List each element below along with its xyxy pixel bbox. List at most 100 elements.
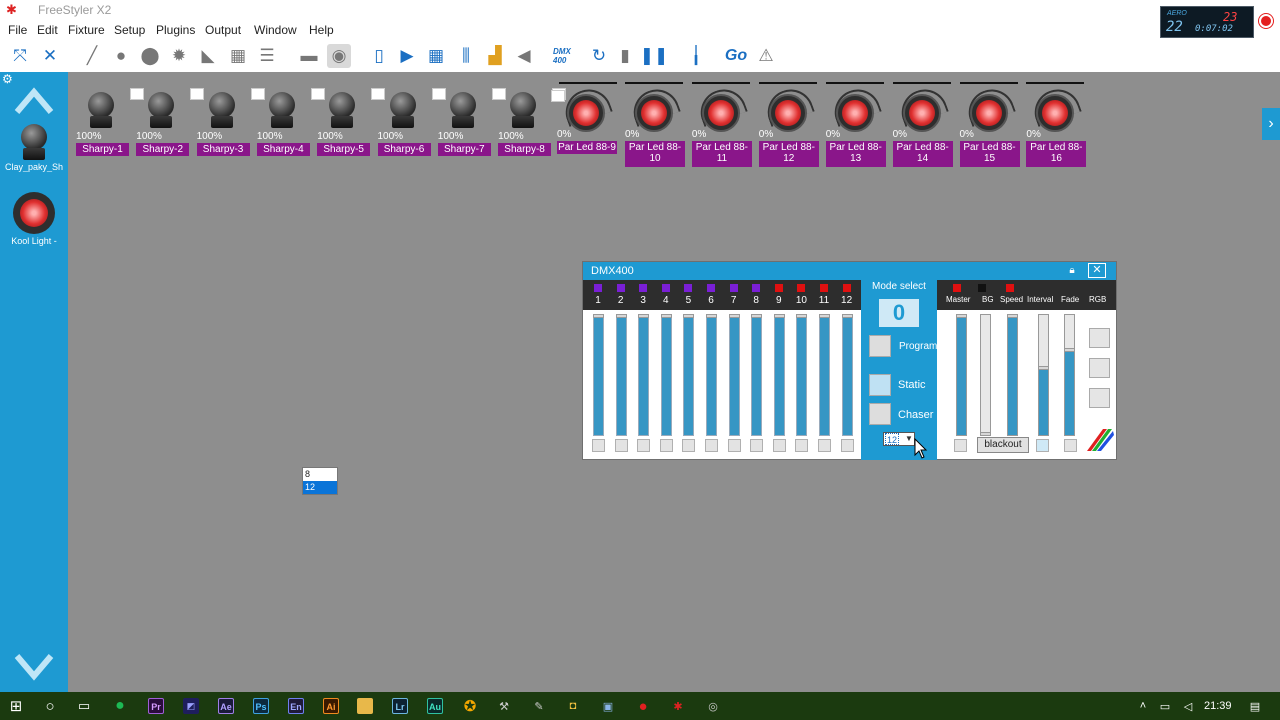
taskbar-clock[interactable]: 21:39 <box>1204 700 1232 712</box>
circle-shape-icon[interactable]: ● <box>109 44 133 68</box>
tray-chevron-up-icon[interactable]: ˄ <box>1133 696 1153 716</box>
fixture-sharpy-3[interactable]: 100% Sharpy-3 <box>196 82 265 172</box>
fader-handle[interactable] <box>1038 366 1049 370</box>
fixture-par-led-15[interactable]: 0% Par Led 88- 15 <box>959 82 1020 172</box>
fixture-par-led-12[interactable]: 0% Par Led 88- 12 <box>758 82 819 172</box>
notification-icon[interactable]: ▤ <box>1245 696 1265 716</box>
fixture-sharpy-1[interactable]: 100% Sharpy-1 <box>76 82 144 172</box>
gobo-icon[interactable]: ⬤ <box>138 44 162 68</box>
fixture-par-led-16[interactable]: 0% Par Led 88- 16 <box>1026 82 1087 172</box>
gear-icon[interactable]: ⚙ <box>2 72 13 86</box>
fader-handle[interactable] <box>1064 348 1075 352</box>
gear-shape-icon[interactable]: ✹ <box>167 44 191 68</box>
master-fader-speed[interactable] <box>1007 314 1018 436</box>
menu-output[interactable]: Output <box>205 23 241 37</box>
fixture-sharpy-8[interactable]: 100% Sharpy-8 <box>498 82 567 172</box>
dmx400-icon[interactable]: DMX 400 <box>553 44 577 68</box>
fader-handle[interactable] <box>660 314 672 318</box>
menu-window[interactable]: Window <box>254 23 297 37</box>
fader-handle[interactable] <box>1007 314 1018 318</box>
menu-help[interactable]: Help <box>309 23 334 37</box>
fixture-par-led-9[interactable]: 0% Par Led 88-9 <box>551 82 617 172</box>
app-orange-icon[interactable]: ✪ <box>460 696 480 716</box>
go-button[interactable]: Go <box>722 44 750 68</box>
equalizer-icon[interactable]: ▟ <box>483 44 507 68</box>
list-icon[interactable]: ☰ <box>255 44 279 68</box>
channel-checkbox[interactable] <box>592 439 605 452</box>
fixture-link-icon[interactable]: ✕ <box>38 44 62 68</box>
menu-setup[interactable]: Setup <box>114 23 145 37</box>
fixture-sharpy-7[interactable]: 100% Sharpy-7 <box>437 82 506 172</box>
audition-icon[interactable]: Au <box>427 698 443 714</box>
channel-fader[interactable] <box>683 314 695 436</box>
network-icon[interactable]: ▭ <box>1155 696 1175 716</box>
channel-fader[interactable] <box>773 314 785 436</box>
fixture-sharpy-4[interactable]: 100% Sharpy-4 <box>256 82 325 172</box>
rgb-swatch-3[interactable] <box>1089 388 1110 408</box>
app-brush-icon[interactable]: ✎ <box>529 696 549 716</box>
menu-fixture[interactable]: Fixture <box>68 23 105 37</box>
encore-icon[interactable]: En <box>288 698 304 714</box>
scroll-up-icon[interactable] <box>14 82 54 118</box>
channel-fader[interactable] <box>728 314 740 436</box>
fader-handle[interactable] <box>796 314 808 318</box>
chaser-button[interactable] <box>869 403 891 425</box>
scroll-down-icon[interactable] <box>14 650 54 686</box>
photoshop-icon[interactable]: Ps <box>253 698 269 714</box>
blackout-button[interactable]: blackout <box>977 437 1029 453</box>
master-fader-interval[interactable] <box>1038 314 1049 436</box>
menu-file[interactable]: File <box>8 23 27 37</box>
menu-edit[interactable]: Edit <box>37 23 58 37</box>
app-camera-icon[interactable]: ◘ <box>563 696 583 716</box>
fader-handle[interactable] <box>819 314 830 318</box>
fader-handle[interactable] <box>956 314 967 318</box>
channel-checkbox[interactable] <box>840 439 854 452</box>
illustrator-icon[interactable]: Ai <box>323 698 339 714</box>
channel-checkbox[interactable] <box>772 439 786 452</box>
lock-folder-icon[interactable]: ▮ <box>613 44 637 68</box>
record-button[interactable] <box>1259 14 1273 28</box>
program-button[interactable] <box>869 335 891 357</box>
master-fader-fade[interactable] <box>1064 314 1075 436</box>
after-effects-icon[interactable]: Ae <box>218 698 234 714</box>
channel-checkbox[interactable] <box>795 439 809 452</box>
channel-count-select[interactable]: 12 ▼ <box>883 432 915 446</box>
fader-handle[interactable] <box>728 314 740 318</box>
stack-icon[interactable]: ▬ <box>297 44 321 68</box>
fader-icon[interactable]: ╽ <box>684 44 708 68</box>
channel-fader[interactable] <box>796 314 808 436</box>
master-fader-master[interactable] <box>956 314 967 436</box>
channel-checkbox[interactable] <box>682 439 696 452</box>
channel-fader[interactable] <box>819 314 830 436</box>
sidebar-fixture-clay-paky[interactable]: Clay_paky_Sh <box>0 122 68 172</box>
rgb-swatch-1[interactable] <box>1089 328 1110 348</box>
channel-fader[interactable] <box>706 314 717 436</box>
media-encoder-icon[interactable]: ◩ <box>183 698 199 714</box>
dropdown-option-selected[interactable]: 12 <box>303 481 337 494</box>
sequence-grid-icon[interactable]: ▦ <box>424 44 448 68</box>
fixture-par-led-11[interactable]: 0% Par Led 88- 11 <box>691 82 752 172</box>
channel-checkbox[interactable] <box>750 439 764 452</box>
play-icon[interactable]: ▶ <box>395 44 419 68</box>
channel-checkbox[interactable] <box>614 439 628 452</box>
master-checkbox[interactable] <box>1064 439 1077 452</box>
channel-checkbox[interactable] <box>659 439 673 452</box>
sidebar-fixture-kool-light[interactable]: Kool Light - <box>0 190 68 246</box>
close-button[interactable]: ✕ <box>1088 263 1106 278</box>
volume-icon[interactable]: ◁ <box>1178 696 1198 716</box>
lock-icon[interactable]: 🔒︎ <box>1065 264 1079 278</box>
static-button[interactable] <box>869 374 891 396</box>
fader-handle[interactable] <box>980 432 991 436</box>
beam-icon[interactable]: ◣ <box>196 44 220 68</box>
fixture-par-led-13[interactable]: 0% Par Led 88- 13 <box>825 82 886 172</box>
new-page-icon[interactable]: ▯ <box>367 44 391 68</box>
fixture-sharpy-2[interactable]: 100% Sharpy-2 <box>136 82 205 172</box>
refresh-icon[interactable]: ↻ <box>587 44 611 68</box>
channel-checkbox[interactable] <box>727 439 741 452</box>
master-checkbox[interactable] <box>954 439 967 452</box>
spotlight-icon[interactable]: ◀ <box>512 44 536 68</box>
search-icon[interactable]: ○ <box>40 696 60 716</box>
fixture-group-icon[interactable]: ⤧ <box>8 44 32 68</box>
app-network-icon[interactable]: ▣ <box>598 696 618 716</box>
channel-checkbox[interactable] <box>705 439 718 452</box>
